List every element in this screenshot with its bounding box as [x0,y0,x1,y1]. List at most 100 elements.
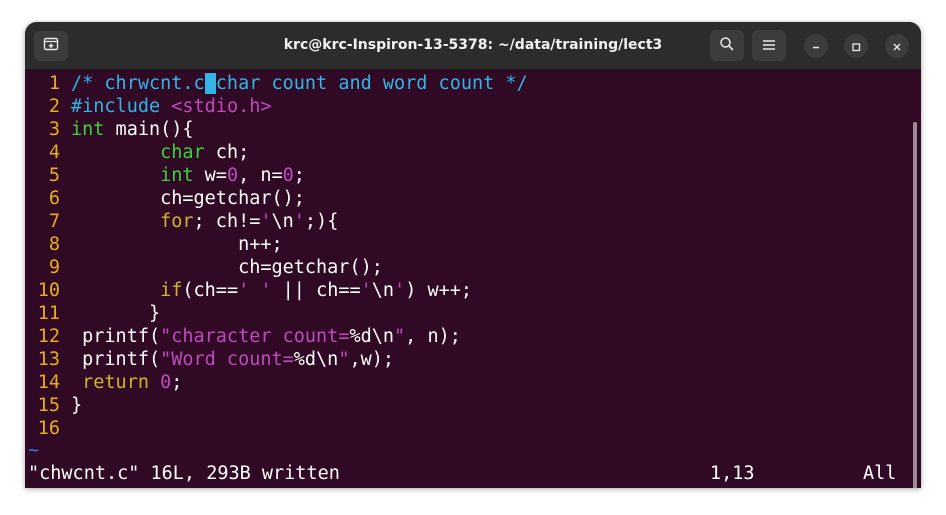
code-token: if [160,280,183,301]
terminal-window: krc@krc-Inspiron-13-5378: ~/data/trainin… [25,22,921,488]
empty-line-marker: ~ [28,440,40,461]
code-token: ' [394,280,406,301]
code-text: printf("character count=%d\n", n); [71,325,461,348]
code-token: " [394,326,406,347]
line-number: 11 [37,303,60,324]
code-text: printf("Word count=%d\n",w); [71,348,394,371]
new-tab-button[interactable] [34,31,68,61]
code-line[interactable]: 8 n++; [25,233,283,256]
line-number: 5 [48,165,60,186]
code-line[interactable]: 1 /* chrwcnt.c char count and word count … [25,72,528,95]
code-token: for [160,211,194,232]
code-line[interactable]: 15} [25,394,82,417]
code-line[interactable]: 13 printf("Word count=%d\n",w); [25,348,394,371]
code-token: ,w); [349,349,395,370]
line-number: 6 [48,188,60,209]
code-token: ch; [204,142,250,163]
code-token: || ch== [271,280,361,301]
code-line[interactable]: 11 } [25,302,160,325]
window-title: krc@krc-Inspiron-13-5378: ~/data/trainin… [283,37,663,53]
line-number: 13 [37,349,60,370]
line-number: 16 [37,418,60,439]
code-token: ) w++; [405,280,473,301]
code-line[interactable]: 2 #include <stdio.h> [25,95,272,118]
code-token: int [71,119,105,140]
code-token: 0 [160,372,172,393]
code-text: n++; [71,233,283,256]
line-number: 10 [37,280,60,301]
menu-button[interactable] [752,30,786,61]
code-token: char [160,142,205,163]
code-token: ;){ [304,211,339,232]
close-icon [892,37,902,56]
code-token: } [71,395,83,416]
code-token: (ch== [182,280,239,301]
code-token: int [160,165,194,186]
code-token: } [71,303,161,324]
code-line[interactable]: 3 int main(){ [25,118,194,141]
cursor-position: 1,13 [710,463,755,484]
code-token: ; ch!= [193,211,261,232]
code-text: } [71,394,82,417]
code-token: ' [293,211,305,232]
code-token: \n [271,211,294,232]
code-text: return 0; [71,371,182,394]
scroll-indicator: All [863,463,897,484]
close-button[interactable] [885,34,909,58]
maximize-icon [851,37,861,56]
code-token: ch=getchar(); [71,188,305,209]
code-line[interactable]: 6 ch=getchar(); [25,187,305,210]
code-line[interactable]: 4 char ch; [25,141,249,164]
code-line[interactable]: 9 ch=getchar(); [25,256,383,279]
code-token: n++; [71,234,283,255]
code-text: int main(){ [71,118,194,141]
line-number: 15 [37,395,60,416]
line-number: 7 [48,211,60,232]
code-line[interactable]: 5 int w=0, n=0; [25,164,305,187]
code-token: , n= [238,165,283,186]
code-text: char ch; [71,141,249,164]
search-button[interactable] [710,30,744,61]
code-text: int w=0, n=0; [71,164,305,187]
code-token: ' ' [238,280,272,301]
new-tab-icon [43,36,59,56]
code-line[interactable]: 7 for; ch!='\n';){ [25,210,338,233]
code-token: /* chrwcnt.c [71,73,205,94]
code-token: , n); [405,326,461,347]
code-text: ch=getchar(); [71,256,383,279]
code-token: ' [360,280,372,301]
title-bar: krc@krc-Inspiron-13-5378: ~/data/trainin… [25,22,921,70]
code-token: %d\n [293,349,339,370]
code-line[interactable]: 10 if(ch==' ' || ch=='\n') w++; [25,279,472,302]
minimize-button[interactable] [804,34,828,58]
code-line[interactable]: 12 printf("character count=%d\n", n); [25,325,461,348]
code-line[interactable]: 14 return 0; [25,371,183,394]
code-token: ; [171,372,183,393]
code-token: 0 [282,165,294,186]
vim-editor[interactable]: 1 /* chrwcnt.c char count and word count … [25,70,921,488]
code-text: } [71,302,160,325]
code-token: %d\n [349,326,395,347]
line-number: 14 [37,372,60,393]
search-icon [719,36,735,56]
code-token: "Word count= [160,349,294,370]
code-token: printf( [71,349,161,370]
code-token: return [82,372,149,393]
minimize-icon [811,37,821,56]
code-token: #include [71,96,172,117]
maximize-button[interactable] [844,34,868,58]
scrollbar[interactable] [913,122,917,488]
text-cursor [204,73,216,94]
code-token: main(){ [104,119,194,140]
code-text: #include <stdio.h> [71,95,272,118]
line-number: 1 [48,73,60,94]
line-number: 12 [37,326,60,347]
code-text: /* chrwcnt.c char count and word count *… [71,72,528,95]
code-line[interactable]: 16 [25,417,60,440]
code-token: \n [371,280,395,301]
code-token: ; [293,165,305,186]
